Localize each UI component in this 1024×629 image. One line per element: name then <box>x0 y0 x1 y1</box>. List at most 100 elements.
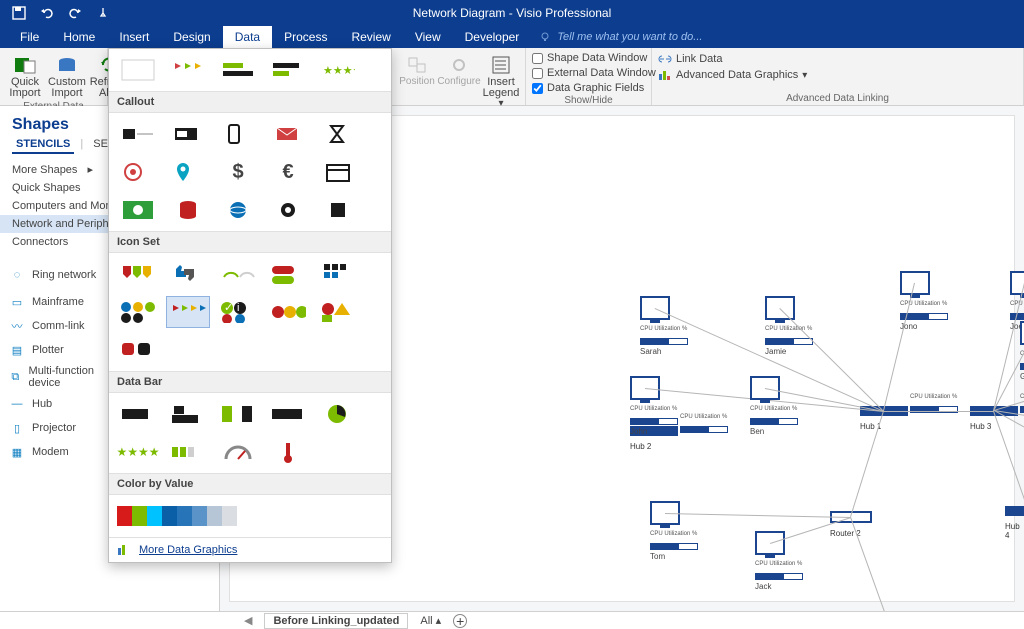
gallery-row-top: ★★★★ <box>109 49 391 91</box>
databar-thermo[interactable] <box>267 437 309 467</box>
link-icon <box>658 53 672 65</box>
tab-design[interactable]: Design <box>161 26 222 48</box>
more-data-graphics[interactable]: More Data Graphics <box>109 537 391 562</box>
shape-modem[interactable]: ▦Modem <box>8 443 110 461</box>
pc-node[interactable]: CPU Utilization %Ben <box>750 376 798 436</box>
shapes-subtab-stencils[interactable]: STENCILS <box>12 136 74 154</box>
pc-node[interactable]: CPU Utilization %John <box>630 376 678 436</box>
iconset-circles[interactable] <box>117 297 159 327</box>
callout-money[interactable] <box>117 195 159 225</box>
link-data-button[interactable]: Link Data <box>658 52 722 66</box>
sheet-tab[interactable]: Before Linking_updated <box>264 613 408 629</box>
save-icon[interactable] <box>10 4 28 22</box>
redo-icon[interactable] <box>66 4 84 22</box>
pc-node[interactable]: CPU Utilization %Sarah <box>640 296 688 356</box>
databar-1[interactable] <box>117 399 159 429</box>
databar-3[interactable] <box>217 399 259 429</box>
iconset-status[interactable]: ✓i <box>217 297 259 327</box>
data-graphics-gallery: ★★★★ Callout $ € Icon Set ✓i Data Bar <box>108 48 392 563</box>
ribbon-group-external-data: QuickImport CustomImport RefreshAll ▾ Ex… <box>0 48 108 105</box>
tab-data[interactable]: Data <box>223 26 272 48</box>
gallery-section-iconset: Icon Set <box>109 231 391 253</box>
callout-target[interactable] <box>117 157 159 187</box>
chk-shape-data-window[interactable]: Shape Data Window <box>532 51 647 65</box>
graphics-icon <box>117 544 131 556</box>
custom-import-button[interactable]: CustomImport <box>48 52 86 101</box>
graphic-stars[interactable]: ★★★★ <box>317 55 359 85</box>
shape-plotter[interactable]: ▤Plotter <box>8 341 110 359</box>
iconset-toggle[interactable] <box>267 259 309 289</box>
databar-4[interactable] <box>267 399 309 429</box>
shape-projector[interactable]: ▯Projector <box>8 419 110 437</box>
pc-node[interactable]: CPU Utilization %Jono <box>900 271 948 331</box>
chk-data-graphic-fields[interactable]: Data Graphic Fields <box>532 81 644 95</box>
advanced-data-graphics-button[interactable]: Advanced Data Graphics ▾ <box>658 68 807 82</box>
callout-dollar[interactable]: $ <box>217 157 259 187</box>
color-by-value-swatch[interactable] <box>117 501 237 531</box>
callout-globe[interactable] <box>217 195 259 225</box>
iconset-traffic[interactable] <box>267 297 309 327</box>
sheet-tab-bar: ◀ Before Linking_updated All ▴ + <box>0 611 1024 629</box>
configure-button[interactable]: Configure <box>440 52 478 89</box>
graphic-bars2[interactable] <box>267 55 309 85</box>
databar-2[interactable] <box>167 399 209 429</box>
ribbon-tabs: File Home Insert Design Data Process Rev… <box>0 26 1024 48</box>
undo-icon[interactable] <box>38 4 56 22</box>
tab-review[interactable]: Review <box>339 26 402 48</box>
callout-calendar[interactable] <box>317 157 359 187</box>
callout-pin[interactable] <box>167 157 209 187</box>
iconset-wifi[interactable] <box>217 259 259 289</box>
callout-text[interactable] <box>117 119 159 149</box>
window-title: Network Diagram - Visio Professional <box>413 6 612 20</box>
tab-process[interactable]: Process <box>272 26 339 48</box>
databar-boxes[interactable] <box>167 437 209 467</box>
tell-me-search[interactable]: Tell me what you want to do... <box>539 31 702 43</box>
gallery-section-callout: Callout <box>109 91 391 113</box>
callout-gear[interactable] <box>267 195 309 225</box>
pc-node[interactable]: CPU Utilization %Tom <box>650 501 698 561</box>
databar-pie[interactable] <box>317 399 359 429</box>
add-sheet[interactable]: + <box>453 614 467 628</box>
insert-legend-button[interactable]: InsertLegend ▾ <box>482 52 520 111</box>
touch-mode-icon[interactable] <box>94 4 112 22</box>
callout-chip[interactable] <box>317 195 359 225</box>
graphic-none[interactable] <box>117 55 159 85</box>
callout-mail[interactable] <box>267 119 309 149</box>
shape-mainframe[interactable]: ▭Mainframe <box>8 293 110 311</box>
ribbon-group-advanced-linking: Link Data Advanced Data Graphics ▾ Advan… <box>652 48 1024 105</box>
shape-ring-network[interactable]: ◌Ring network <box>8 263 110 287</box>
svg-text:★★★★: ★★★★ <box>323 65 355 77</box>
callout-db[interactable] <box>167 195 209 225</box>
iconset-signs[interactable] <box>317 297 359 327</box>
callout-euro[interactable]: € <box>267 157 309 187</box>
databar-gauge[interactable] <box>217 437 259 467</box>
quick-import-button[interactable]: QuickImport <box>6 52 44 101</box>
tab-home[interactable]: Home <box>51 26 107 48</box>
tab-developer[interactable]: Developer <box>453 26 532 48</box>
databar-stars[interactable]: ★★★★ <box>117 437 159 467</box>
tab-file[interactable]: File <box>8 26 51 48</box>
iconset-squares[interactable] <box>117 335 159 365</box>
pc-node[interactable]: CPU Utilization %Jamie <box>765 296 813 356</box>
shape-comm-link[interactable]: 〰Comm-link <box>8 317 110 335</box>
callout-phone[interactable] <box>217 119 259 149</box>
position-button[interactable]: Position <box>398 52 436 89</box>
graphic-flags[interactable] <box>167 55 209 85</box>
iconset-shields[interactable] <box>117 259 159 289</box>
iconset-grid[interactable] <box>317 259 359 289</box>
tab-view[interactable]: View <box>403 26 453 48</box>
callout-label[interactable] <box>167 119 209 149</box>
filter-all[interactable]: All ▴ <box>420 614 441 627</box>
iconset-flags-multi[interactable] <box>167 297 209 327</box>
chk-external-data-window[interactable]: External Data Window <box>532 66 656 80</box>
hub[interactable] <box>1005 506 1024 516</box>
svg-text:i: i <box>237 302 239 314</box>
tab-insert[interactable]: Insert <box>107 26 161 48</box>
graphic-bars1[interactable] <box>217 55 259 85</box>
callout-hourglass[interactable] <box>317 119 359 149</box>
bulb-icon <box>539 31 551 43</box>
shape-multi-function-device[interactable]: ⧉Multi-function device <box>8 365 110 389</box>
gallery-section-databar: Data Bar <box>109 371 391 393</box>
shape-hub[interactable]: —Hub <box>8 395 110 413</box>
iconset-thumbs[interactable] <box>167 259 209 289</box>
